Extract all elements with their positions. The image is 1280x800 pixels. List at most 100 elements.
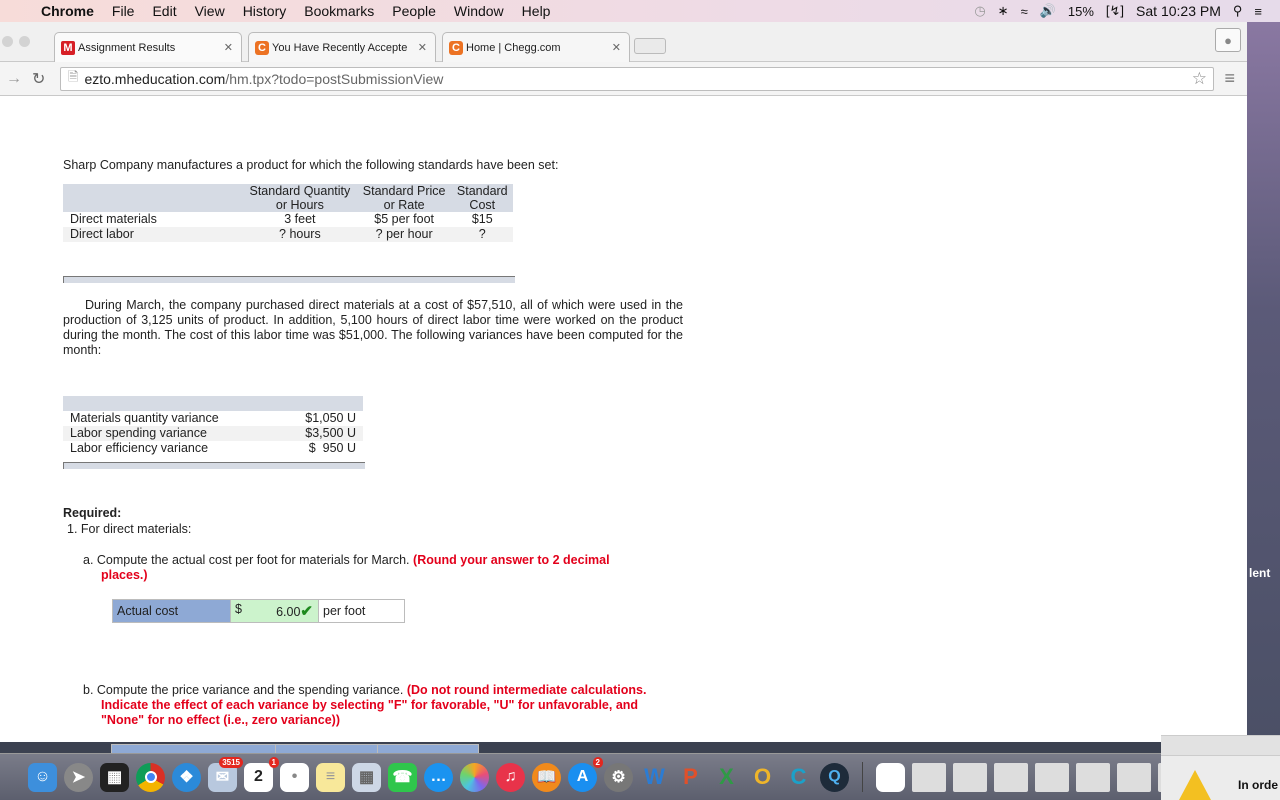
required-item-1: 1. For direct materials: <box>67 522 192 536</box>
close-tab-icon[interactable]: ✕ <box>418 41 427 54</box>
outlook-icon[interactable]: O <box>748 763 777 792</box>
actual-cost-input[interactable]: $ 6.00✔ <box>230 599 319 623</box>
spotlight-icon[interactable]: ⚲ <box>1233 3 1243 19</box>
system-preferences-icon[interactable]: ⚙ <box>604 762 633 792</box>
tab-recently-accepted[interactable]: C You Have Recently Accepte ✕ <box>248 32 436 62</box>
app-store-badge: 2 <box>592 756 603 768</box>
mheducation-favicon-icon: M <box>61 40 75 55</box>
header-blank <box>277 396 363 411</box>
window-close-button[interactable] <box>2 36 13 47</box>
row-label: Direct materials <box>63 212 243 227</box>
safari-icon[interactable]: ❖ <box>172 762 201 792</box>
finder-icon[interactable]: ☺ <box>28 762 57 792</box>
address-bar[interactable]: 🗎 ezto.mheducation.com/hm.tpx?todo=postS… <box>60 67 1214 91</box>
window-minimize-button[interactable] <box>19 36 30 47</box>
tab-title: Home | Chegg.com <box>466 41 561 54</box>
menu-help[interactable]: Help <box>513 3 560 19</box>
powerpoint-icon[interactable]: P <box>676 763 705 792</box>
document-icon[interactable] <box>876 762 905 792</box>
toolbar: → ↻ 🗎 ezto.mheducation.com/hm.tpx?todo=p… <box>0 62 1247 96</box>
minimized-window[interactable] <box>1117 762 1151 792</box>
desktop-icon-label[interactable]: lent <box>1249 566 1270 580</box>
battery-icon[interactable]: [↯] <box>1106 3 1124 19</box>
ibooks-icon[interactable]: 📖 <box>532 762 561 792</box>
dock-separator <box>862 762 863 792</box>
chrome-menu-icon[interactable]: ≡ <box>1224 68 1235 89</box>
volume-icon[interactable]: 🔊 <box>1040 3 1056 19</box>
new-tab-button[interactable] <box>634 38 666 54</box>
profile-icon[interactable]: ● <box>1215 28 1241 52</box>
menu-bookmarks[interactable]: Bookmarks <box>295 3 383 19</box>
menu-file[interactable]: File <box>103 3 144 19</box>
quicktime-icon[interactable]: Q <box>820 762 849 792</box>
messages-icon[interactable]: … <box>424 762 453 792</box>
header-std-price: Standard Price or Rate <box>356 184 452 212</box>
page-content: Sharp Company manufactures a product for… <box>0 96 1247 793</box>
cell: $5 per foot <box>356 212 452 227</box>
app-store-icon[interactable]: A2 <box>568 756 603 792</box>
minimized-window[interactable] <box>1076 762 1110 792</box>
row-label: Direct labor <box>63 227 243 242</box>
notification-center-icon[interactable]: ≡ <box>1254 4 1262 19</box>
answer-a-table: Actual cost $ 6.00✔ per foot <box>112 599 405 623</box>
notes-icon[interactable]: ≡ <box>316 762 345 792</box>
close-tab-icon[interactable]: ✕ <box>224 41 233 54</box>
menu-bar: Chrome File Edit View History Bookmarks … <box>0 0 1280 22</box>
chegg-app-icon[interactable]: C <box>784 763 813 792</box>
menu-app-name[interactable]: Chrome <box>32 3 103 19</box>
preview-icon[interactable]: ▦ <box>352 762 381 792</box>
question-text: a. Compute the actual cost per foot for … <box>83 553 410 567</box>
minimized-window[interactable] <box>1035 762 1069 792</box>
minimized-window[interactable] <box>953 762 987 792</box>
reload-icon[interactable]: ↻ <box>32 69 52 89</box>
close-tab-icon[interactable]: ✕ <box>612 41 621 54</box>
menu-window[interactable]: Window <box>445 3 513 19</box>
header-std-quantity: Standard Quantity or Hours <box>243 184 357 212</box>
menu-history[interactable]: History <box>234 3 296 19</box>
table-row: Direct labor ? hours ? per hour ? <box>63 227 513 242</box>
chegg-favicon-icon: C <box>255 40 269 55</box>
minimized-window[interactable] <box>912 762 946 792</box>
question-b: b. Compute the price variance and the sp… <box>83 683 683 728</box>
reminders-icon[interactable]: • <box>280 762 309 792</box>
mail-badge: 3515 <box>219 756 243 768</box>
correct-check-icon: ✔ <box>300 603 313 620</box>
calendar-icon[interactable]: 21 <box>244 756 279 792</box>
mission-control-icon[interactable]: ▦ <box>100 762 129 792</box>
problem-intro: Sharp Company manufactures a product for… <box>63 158 559 172</box>
table-row: Labor efficiency variance $ 950 U <box>63 441 363 456</box>
itunes-icon[interactable]: ♫ <box>496 762 525 792</box>
currency-symbol: $ <box>235 602 242 616</box>
launchpad-icon[interactable]: ➤ <box>64 762 93 792</box>
bookmark-star-icon[interactable]: ☆ <box>1192 69 1207 89</box>
forward-icon[interactable]: → <box>6 70 26 88</box>
minimized-window[interactable] <box>994 762 1028 792</box>
time-machine-icon[interactable]: ◷ <box>974 3 985 19</box>
excel-icon[interactable]: X <box>712 763 741 792</box>
answer-value: 6.00 <box>276 605 301 619</box>
facetime-icon[interactable]: ☎ <box>388 762 417 792</box>
photos-icon[interactable] <box>460 762 489 792</box>
header-std-cost: Standard Cost <box>451 184 513 212</box>
clock[interactable]: Sat 10:23 PM <box>1136 3 1221 19</box>
cell: ? per hour <box>356 227 452 242</box>
tab-chegg-home[interactable]: C Home | Chegg.com ✕ <box>442 32 630 62</box>
tab-title: Assignment Results <box>78 41 176 54</box>
word-icon[interactable]: W <box>640 763 669 792</box>
row-label: Labor spending variance <box>63 426 278 441</box>
menu-edit[interactable]: Edit <box>143 3 185 19</box>
cell: ? <box>451 227 513 242</box>
cell: $1,050 U <box>277 411 363 426</box>
menu-view[interactable]: View <box>186 3 234 19</box>
mail-icon[interactable]: ✉ 3515 <box>208 756 243 792</box>
required-heading: Required: <box>63 506 122 520</box>
chrome-icon[interactable] <box>136 762 165 792</box>
alert-dialog: In orde <box>1161 735 1280 800</box>
table-row: Direct materials 3 feet $5 per foot $15 <box>63 212 513 227</box>
tab-assignment-results[interactable]: M Assignment Results ✕ <box>54 32 242 62</box>
question-a: a. Compute the actual cost per foot for … <box>83 553 653 583</box>
bluetooth-icon[interactable]: ∗ <box>998 3 1009 19</box>
menu-people[interactable]: People <box>383 3 445 19</box>
url-host: ezto.mheducation.com <box>84 71 226 87</box>
wifi-icon[interactable]: ≈ <box>1021 4 1028 19</box>
